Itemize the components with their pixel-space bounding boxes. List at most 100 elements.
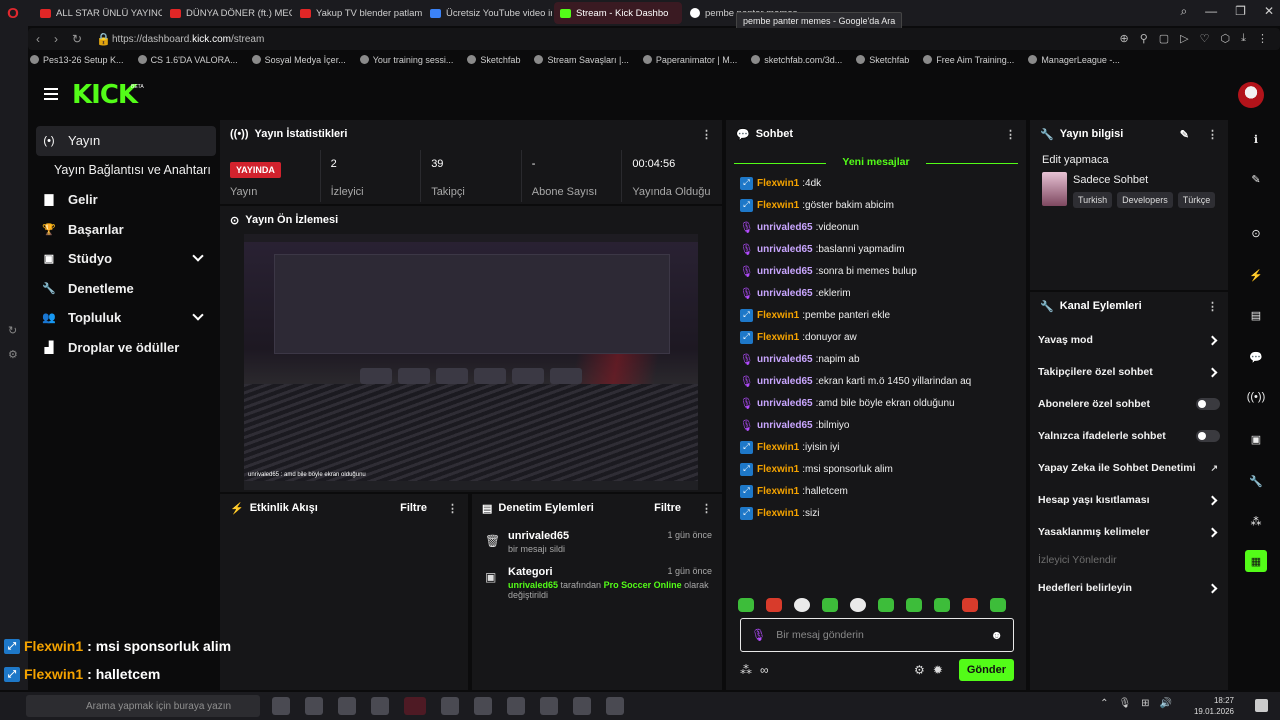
bookmark-item[interactable]: Sketchfab xyxy=(467,55,520,65)
chat-message[interactable]: ⤢ Flexwin1: halletcem xyxy=(726,480,1026,502)
chat-message[interactable]: 🎙 unrivaled65: videonun xyxy=(726,216,1026,238)
chat-username[interactable]: unrivaled65 xyxy=(757,354,813,365)
download-icon[interactable]: ⤓ xyxy=(1241,32,1246,45)
obs-icon[interactable] xyxy=(606,697,624,715)
bookmark-item[interactable]: Your training sessi... xyxy=(359,55,453,65)
more-options-icon[interactable]: ⋮ xyxy=(1207,128,1218,141)
channel-action-item[interactable]: Abonelere özel sohbet xyxy=(1030,388,1228,420)
toggle-switch[interactable] xyxy=(1196,430,1220,442)
chat-username[interactable]: Flexwin1 xyxy=(757,486,799,497)
chat-message[interactable]: ⤢ Flexwin1: msi sponsorluk alim xyxy=(726,458,1026,480)
chat-message[interactable]: ⤢ Flexwin1: iyisin iyi xyxy=(726,436,1026,458)
filter-button[interactable]: Filtre xyxy=(400,502,427,514)
emote-icon[interactable] xyxy=(850,598,866,612)
sidebar-item[interactable]: (•) Yayın xyxy=(36,126,216,156)
app-icon[interactable] xyxy=(338,697,356,715)
emote-icon[interactable] xyxy=(990,598,1006,612)
category-icon[interactable]: ▣ xyxy=(1245,428,1267,450)
chat-username[interactable]: unrivaled65 xyxy=(757,398,813,409)
channel-action-item[interactable]: Yalnızca ifadelerle sohbet xyxy=(1030,420,1228,452)
stream-tag[interactable]: Developers xyxy=(1117,192,1173,208)
chat-bubble-icon[interactable]: 💬 xyxy=(1245,346,1267,368)
gear-icon[interactable]: ⚙ xyxy=(914,663,925,677)
folder-icon[interactable] xyxy=(507,697,525,715)
clapper-icon[interactable]: ▦ xyxy=(1245,550,1267,572)
clock[interactable]: 18:27 19.01.2026 xyxy=(1194,695,1234,717)
bookmark-item[interactable]: Free Aim Training... xyxy=(923,55,1014,65)
chat-username[interactable]: Flexwin1 xyxy=(757,200,799,211)
chevron-right-icon[interactable] xyxy=(1207,335,1218,345)
screenshot-icon[interactable]: ▢ xyxy=(1159,32,1169,45)
chat-username[interactable]: Flexwin1 xyxy=(757,508,799,519)
bookmark-item[interactable]: CS 1.6'DA VALORA... xyxy=(137,55,238,65)
chat-username[interactable]: unrivaled65 xyxy=(757,266,813,277)
info-icon[interactable]: ℹ xyxy=(1245,128,1267,150)
broadcast-icon[interactable]: ((•)) xyxy=(1245,386,1267,408)
channel-action-item[interactable]: Takipçilere özel sohbet xyxy=(1030,356,1228,388)
sidebar-item[interactable]: ▟ Droplar ve ödüller xyxy=(36,333,216,363)
chat-message[interactable]: 🎙 unrivaled65: sonra bi memes bulup xyxy=(726,260,1026,282)
emote-icon[interactable] xyxy=(766,598,782,612)
mic-icon[interactable]: 🎙 xyxy=(1118,698,1131,709)
zoom-icon[interactable]: ⊕ xyxy=(1119,32,1128,45)
app-icon[interactable] xyxy=(371,697,389,715)
opera-gx-icon[interactable] xyxy=(404,697,426,715)
more-options-icon[interactable]: ⋮ xyxy=(1207,300,1218,313)
chevron-right-icon[interactable] xyxy=(1207,367,1218,377)
url-field[interactable]: https://dashboard.kick.com/stream xyxy=(112,34,264,45)
send-button[interactable]: Gönder xyxy=(958,659,1014,681)
emote-icon[interactable] xyxy=(906,598,922,612)
bookmark-item[interactable]: Paperanimator | M... xyxy=(642,55,737,65)
bookmark-item[interactable]: Sosyal Medya İçer... xyxy=(251,55,346,65)
sidebar-item[interactable]: ▇ Gelir xyxy=(36,185,216,215)
channel-action-item[interactable]: Yasaklanmış kelimeler xyxy=(1030,516,1228,548)
chat-input[interactable]: 🎙 Bir mesaj gönderin ☻ xyxy=(740,618,1014,652)
chat-message[interactable]: 🎙 unrivaled65: bilmiyo xyxy=(726,414,1026,436)
chat-username[interactable]: unrivaled65 xyxy=(757,420,813,431)
app-icon[interactable] xyxy=(441,697,459,715)
taskbar-search-input[interactable]: Arama yapmak için buraya yazın xyxy=(26,695,260,717)
task-view-icon[interactable] xyxy=(272,697,290,715)
pencil-icon[interactable]: ✎ xyxy=(1180,128,1189,141)
menu-icon[interactable]: ⋮ xyxy=(1257,32,1268,45)
channel-action-item[interactable]: Hedefleri belirleyin xyxy=(1030,572,1228,604)
camera-icon[interactable]: ⊙ xyxy=(1245,222,1267,244)
browser-tab[interactable]: Yakup TV blender patlama xyxy=(294,2,422,24)
forward-icon[interactable]: › xyxy=(54,32,58,46)
stream-tag[interactable]: Türkçe xyxy=(1177,192,1216,208)
filter-button[interactable]: Filtre xyxy=(654,502,681,514)
emote-icon[interactable] xyxy=(934,598,950,612)
sidebar-item[interactable]: Yayın Bağlantısı ve Anahtarı xyxy=(36,156,216,186)
pencil-icon[interactable]: ✎ xyxy=(1245,168,1267,190)
heart-icon[interactable]: ♡ xyxy=(1200,32,1210,45)
emote-icon[interactable] xyxy=(962,598,978,612)
emoji-icon[interactable]: ☻ xyxy=(990,628,1003,642)
mod-entry[interactable]: 🗑 unrivaled65 bir mesajı sildi 1 gün önc… xyxy=(472,522,722,558)
chevron-right-icon[interactable] xyxy=(1207,583,1218,593)
bookmark-item[interactable]: Pes13-26 Setup K... xyxy=(30,55,124,65)
chat-message[interactable]: ⤢ Flexwin1: sizi xyxy=(726,502,1026,524)
external-link-icon[interactable]: ↗ xyxy=(1210,463,1218,474)
bookmark-item[interactable]: ManagerLeague -... xyxy=(1028,55,1120,65)
points-icon[interactable]: ⁂ xyxy=(740,663,752,677)
emote-icon[interactable] xyxy=(794,598,810,612)
chat-message[interactable]: 🎙 unrivaled65: eklerim xyxy=(726,282,1026,304)
chat-username[interactable]: Flexwin1 xyxy=(757,178,799,189)
maximize-icon[interactable]: ❐ xyxy=(1235,4,1246,19)
channel-action-item[interactable]: Hesap yaşı kısıtlaması xyxy=(1030,484,1228,516)
document-icon[interactable]: ▤ xyxy=(1245,304,1267,326)
chat-username[interactable]: Flexwin1 xyxy=(757,442,799,453)
chat-username[interactable]: Flexwin1 xyxy=(757,310,799,321)
chevron-right-icon[interactable] xyxy=(1207,495,1218,505)
chevron-down-icon[interactable] xyxy=(192,250,204,262)
chat-username[interactable]: Flexwin1 xyxy=(757,464,799,475)
sidebar-item[interactable]: ▣ Stüdyo xyxy=(36,244,216,274)
wrench-icon[interactable]: 🔧 xyxy=(1245,470,1267,492)
chat-username[interactable]: unrivaled65 xyxy=(757,244,813,255)
browser-logo-icon[interactable]: O xyxy=(0,0,26,26)
channel-action-item[interactable]: Yapay Zeka ile Sohbet Denetimi ↗ xyxy=(1030,452,1228,484)
more-options-icon[interactable]: ⋮ xyxy=(447,502,458,515)
app-icon[interactable] xyxy=(474,697,492,715)
history-icon[interactable]: ↻ xyxy=(8,324,17,337)
emote-icon[interactable] xyxy=(878,598,894,612)
